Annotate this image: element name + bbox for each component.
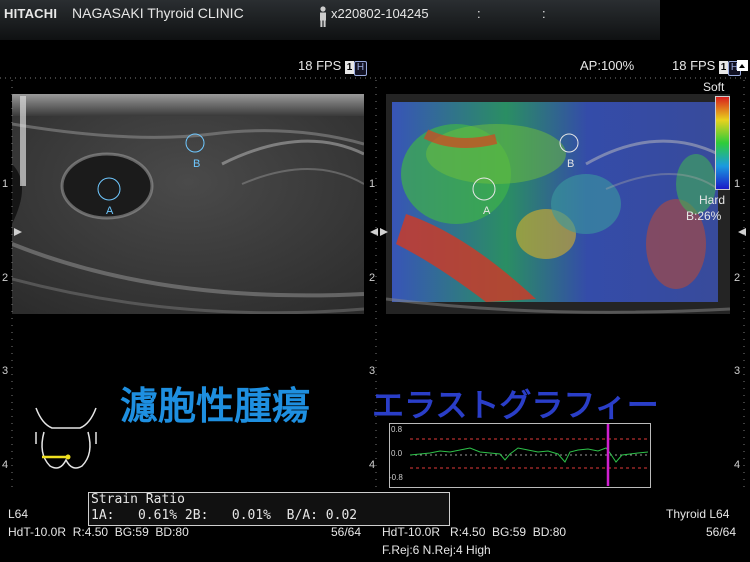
- probe-label: L64: [8, 507, 29, 521]
- graph-y-bottom: -0.8: [389, 473, 403, 482]
- left-image-params: HdT-10.0R R:4.50 BG:59 BD:80: [8, 525, 189, 539]
- right-frame-counter: 56/64: [706, 525, 737, 539]
- ap-label: AP:100%: [580, 58, 635, 73]
- fps-label: 18 FPS: [672, 58, 716, 73]
- right-image-params: HdT-10.0R R:4.50 BG:59 BD:80: [382, 525, 567, 539]
- screen-one-badge: 1: [718, 61, 728, 74]
- graph-y-mid: 0.0: [391, 449, 403, 458]
- header-separator: :: [542, 6, 546, 21]
- preset-label: Thyroid L64: [666, 507, 730, 521]
- screen-one-badge: 1: [344, 61, 354, 74]
- fps-label: 18 FPS: [298, 58, 342, 73]
- annotation-title-elastography: エラストグラフィー: [372, 386, 659, 424]
- graph-y-top: 0.8: [391, 425, 403, 434]
- brand-logo: HITACHI: [4, 6, 58, 21]
- strain-ratio-values: 1A: 0.61% 2B: 0.01% B/A: 0.02: [91, 508, 358, 523]
- thyroid-body-mark-icon: [35, 407, 97, 469]
- strain-waveform: [410, 424, 648, 486]
- header-separator: :: [477, 6, 481, 21]
- left-fps: 18 FPS 1H: [298, 58, 367, 76]
- left-frame-counter: 56/64: [331, 525, 362, 539]
- strain-ratio-title: Strain Ratio: [91, 492, 185, 507]
- annotation-title-diagnosis: 濾胞性腫瘍: [120, 384, 311, 428]
- rejection-settings: F.Rej:6 N.Rej:4 High: [382, 543, 491, 557]
- image-icon: [737, 60, 748, 71]
- clinic-name: NAGASAKI Thyroid CLINIC: [72, 5, 244, 21]
- patient-icon: [320, 6, 326, 27]
- patient-id: x220802-104245: [331, 6, 429, 21]
- right-fps: 18 FPS 1H: [672, 58, 741, 76]
- hold-badge: H: [353, 61, 367, 76]
